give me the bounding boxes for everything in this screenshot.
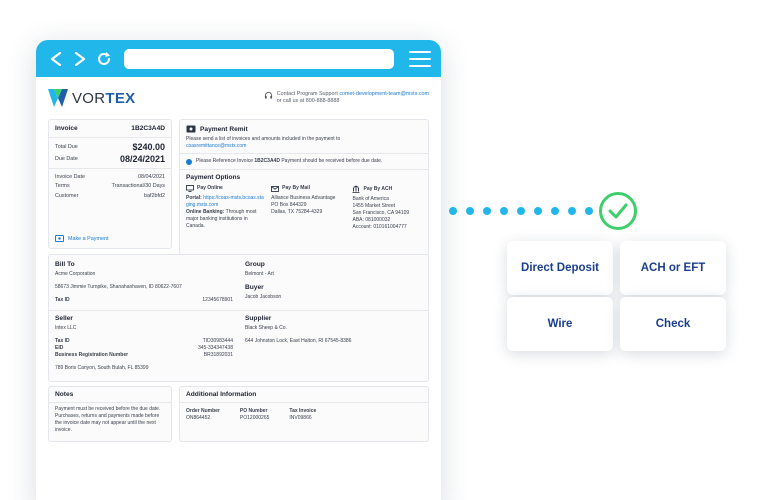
money-icon <box>55 235 64 242</box>
forward-arrow-icon[interactable] <box>70 49 90 69</box>
support-email-link[interactable]: comet-development-team@msts.com <box>339 91 429 97</box>
invoice-date-value: 08/04/2021 <box>138 174 165 180</box>
tax-invoice-field: Tax Invoice INV09866 <box>289 408 317 421</box>
connector-dot <box>449 207 457 215</box>
payment-options-title: Payment Options <box>186 174 241 181</box>
reference-notice: Please Reference Invoice 1B2C3A4D Paymen… <box>180 154 428 169</box>
bank-icon <box>352 185 360 193</box>
browser-window: VORTEX Contact Program Support comet-dev… <box>36 40 441 500</box>
parties-card: Bill To Acme Corporation 58673 Jimmie Tu… <box>48 254 429 382</box>
address-bar[interactable] <box>124 48 394 69</box>
hamburger-menu-icon[interactable] <box>409 49 431 69</box>
headset-icon <box>264 91 272 99</box>
back-arrow-icon[interactable] <box>46 49 66 69</box>
pay-online-option: Pay Online Portal: https://coas-msts.bco… <box>186 185 264 229</box>
refresh-icon[interactable] <box>94 49 114 69</box>
due-date-value: 08/24/2021 <box>119 154 165 164</box>
method-wire[interactable]: Wire <box>507 297 613 351</box>
vortex-logo-icon <box>48 89 68 107</box>
supplier-section: Supplier Black Sheep & Co. 644 Johnston … <box>245 315 352 344</box>
connector-dot <box>517 207 525 215</box>
connector-dot <box>551 207 559 215</box>
connector-dot <box>568 207 576 215</box>
connector-dot <box>585 207 593 215</box>
payment-remit-title: Payment Remit <box>200 125 248 133</box>
envelope-icon <box>271 185 280 192</box>
customer-value: baf2bfd2 <box>144 192 165 199</box>
check-circle-icon <box>599 192 637 230</box>
pay-by-mail-option: Pay By Mail Alliance Business Advantage … <box>271 185 336 215</box>
notes-card: Notes Payment must be received before th… <box>48 386 172 442</box>
page-header: VORTEX Contact Program Support comet-dev… <box>48 77 429 119</box>
invoice-number: 1B2C3A4D <box>131 125 165 132</box>
support-contact: Contact Program Support comet-developmen… <box>264 91 429 106</box>
invoice-title: Invoice <box>55 125 78 132</box>
order-number-field: Order Number ON864452 <box>186 408 220 421</box>
method-direct-deposit[interactable]: Direct Deposit <box>507 241 613 295</box>
method-check[interactable]: Check <box>620 297 726 351</box>
browser-toolbar <box>36 40 441 77</box>
additional-info-card: Additional Information Order Number ON86… <box>179 386 429 442</box>
monitor-icon <box>186 185 194 192</box>
info-icon <box>186 158 192 165</box>
remittance-email-link[interactable]: coasremittance@msts.com <box>186 143 422 150</box>
connector-dot <box>500 207 508 215</box>
pay-by-ach-option: Pay By ACH Bank of America 1455 Market S… <box>352 185 410 230</box>
logo-text: VORTEX <box>72 89 136 107</box>
group-buyer-section: Group Belmont - Art Buyer Jacob Jacobson <box>245 261 282 300</box>
total-due-value: $240.00 <box>132 142 165 152</box>
bill-to-section: Bill To Acme Corporation 58673 Jimmie Tu… <box>55 261 233 303</box>
seller-section: Seller Intex LLC Tax ID TID30983444 EID 34… <box>55 315 233 371</box>
po-number-field: PO Number PO12000265 <box>239 408 270 421</box>
method-ach-eft[interactable]: ACH or EFT <box>620 241 726 295</box>
terms-value: Transactional/30 Days <box>111 183 165 190</box>
invoice-summary-card: Invoice 1B2C3A4D Total Due $240.00 Due D… <box>48 119 172 249</box>
money-icon <box>186 125 196 133</box>
connector-dot <box>466 207 474 215</box>
vortex-logo: VORTEX <box>48 89 135 107</box>
connector-dot <box>534 207 542 215</box>
connector-dot <box>483 207 491 215</box>
make-payment-button[interactable]: Make a Payment <box>55 235 108 242</box>
